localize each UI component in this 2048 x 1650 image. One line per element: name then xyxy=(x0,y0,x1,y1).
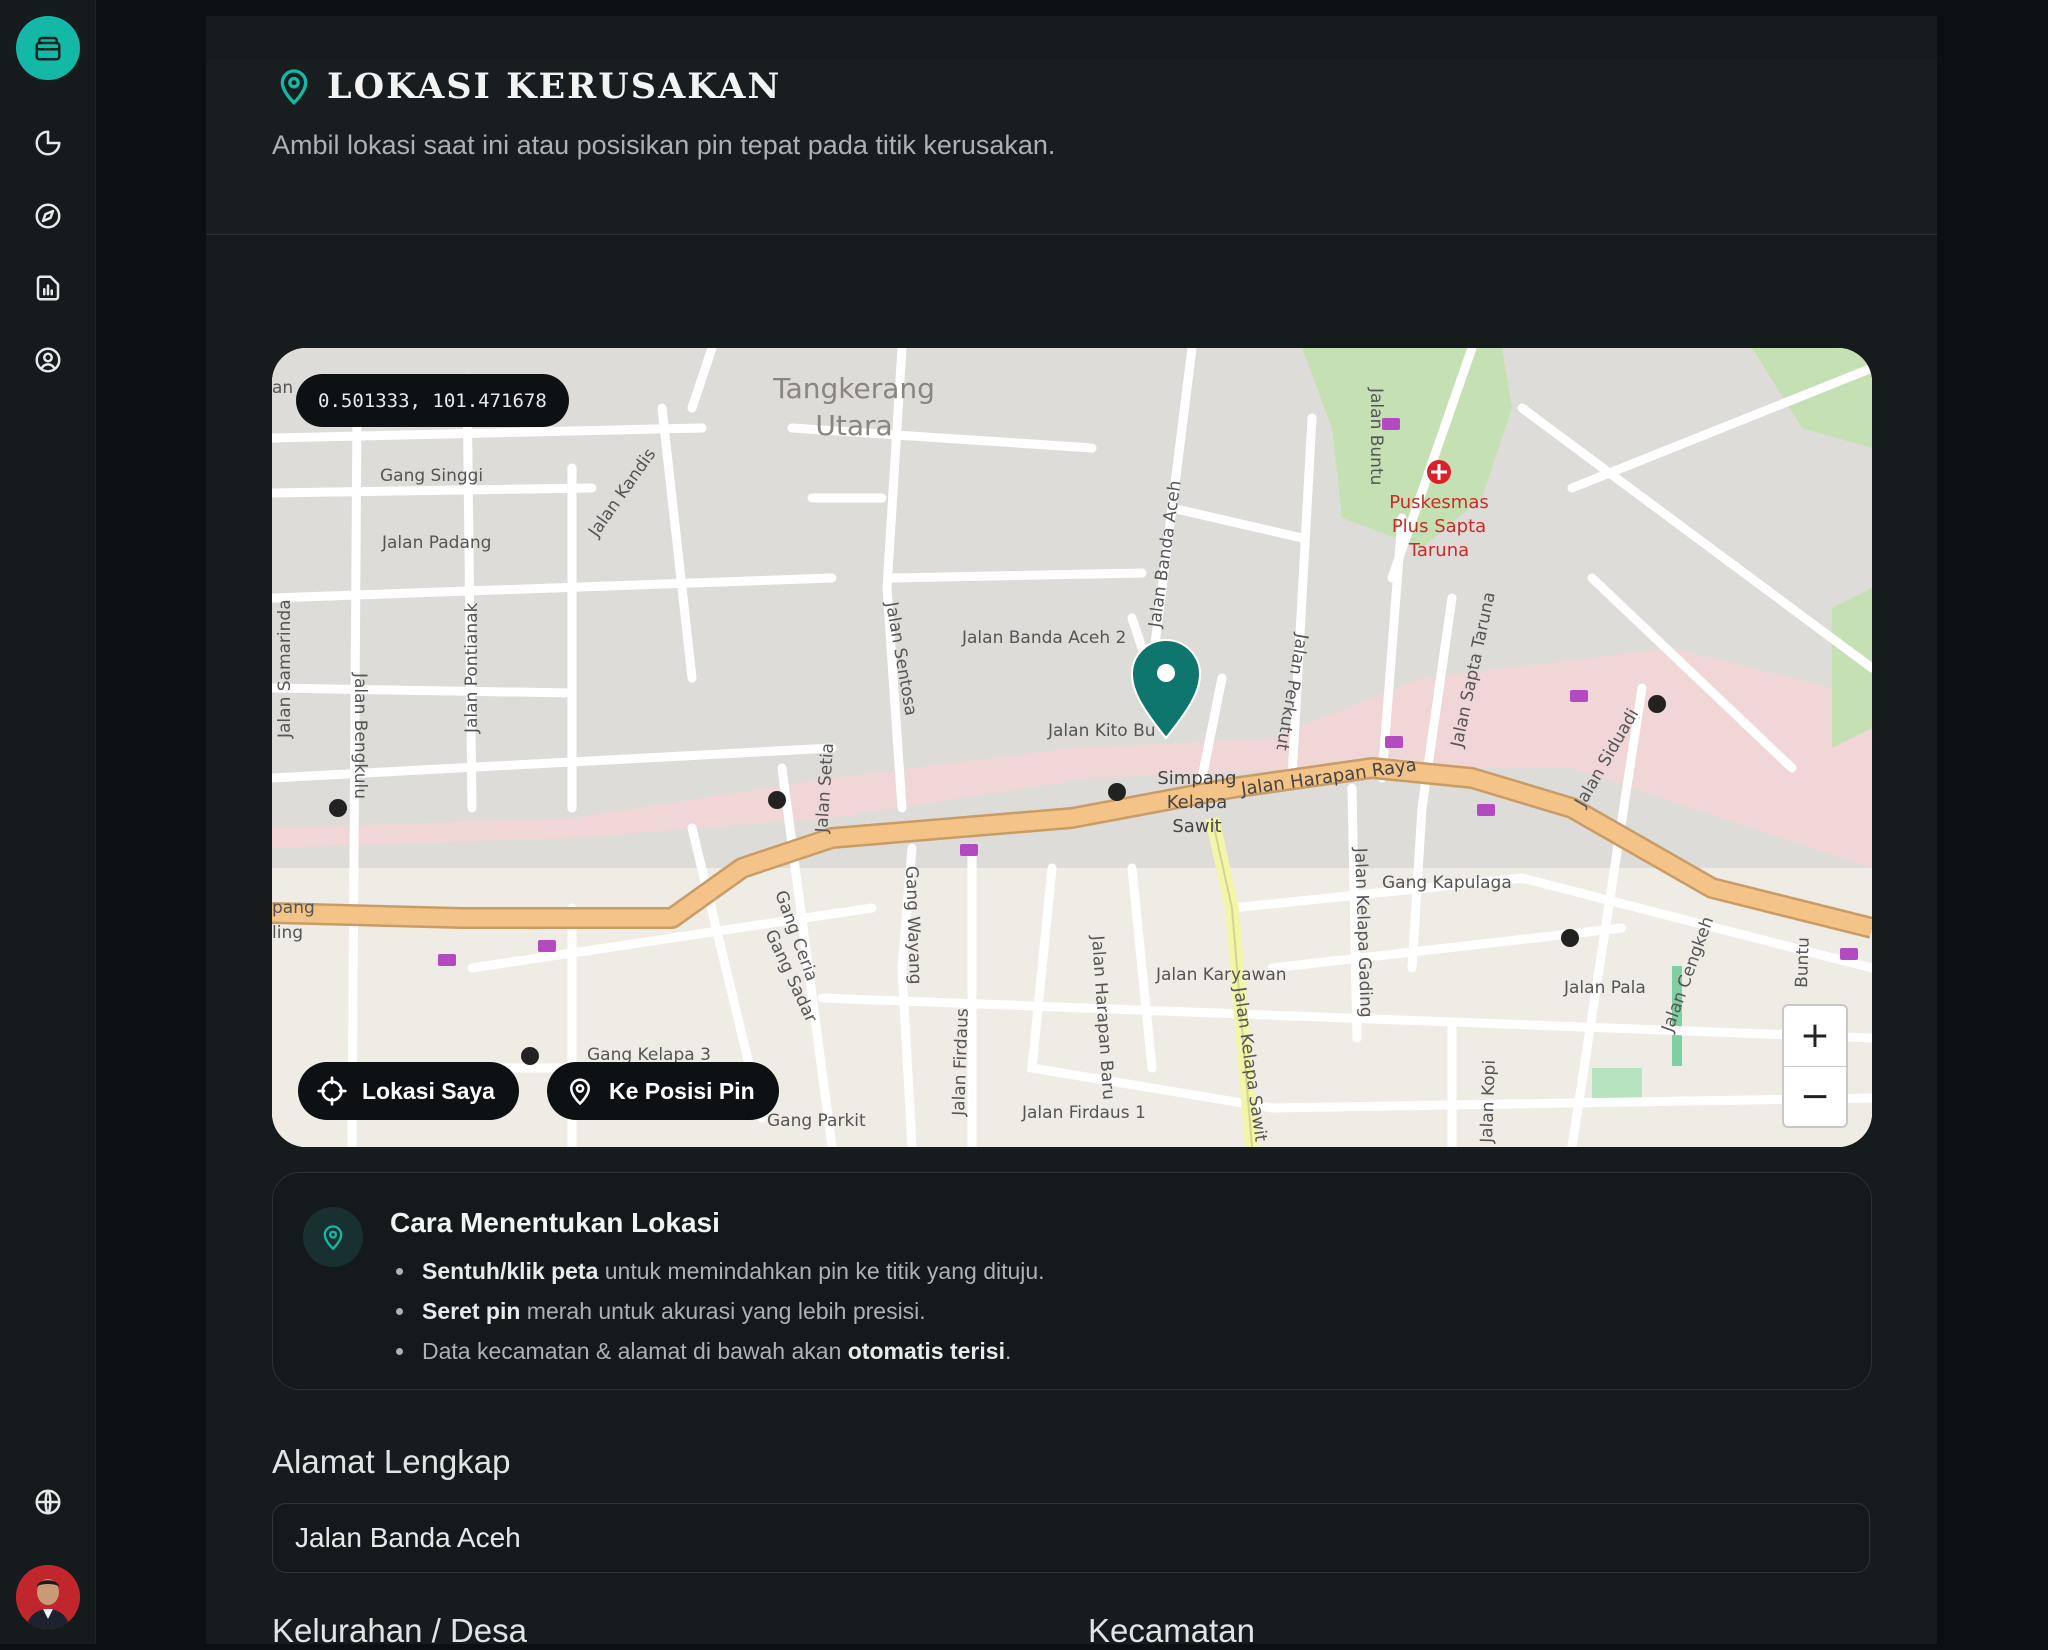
map-label: Gang Kapulaga xyxy=(1382,873,1512,893)
zoom-in-button[interactable]: + xyxy=(1784,1006,1846,1066)
sidebar xyxy=(0,0,96,1644)
address-input[interactable]: Jalan Banda Aceh xyxy=(272,1503,1870,1573)
globe-icon xyxy=(35,1489,61,1515)
map-label: Plus Sapta xyxy=(1392,516,1486,537)
map-label: Jalan Firdaus 1 xyxy=(1021,1103,1146,1123)
go-to-pin-button[interactable]: Ke Posisi Pin xyxy=(547,1062,779,1120)
map-label: Gang Wayang xyxy=(901,865,925,984)
map-label: Simpang xyxy=(1157,768,1236,789)
map-label: Jalan Buntu xyxy=(1366,387,1386,485)
nav-reports[interactable] xyxy=(28,268,68,308)
map-label: Taruna xyxy=(1408,540,1469,561)
map-label: Utara xyxy=(815,409,892,442)
info-icon-wrap xyxy=(303,1207,363,1267)
map-label: Jalan Banda Aceh 2 xyxy=(961,628,1126,648)
help-item: Seret pin merah untuk akurasi yang lebih… xyxy=(390,1291,1045,1331)
map-label: an xyxy=(272,378,293,398)
language-button[interactable] xyxy=(28,1482,68,1522)
map-pin-icon xyxy=(280,69,308,105)
map-label: Jalan Pala xyxy=(1563,978,1646,998)
nav-dashboard[interactable] xyxy=(28,123,68,163)
map-label: Jalan Karyawan xyxy=(1155,965,1287,985)
map-label: Jalan Pontianak xyxy=(462,602,482,734)
help-item: Data kecamatan & alamat di bawah akan ot… xyxy=(390,1331,1045,1371)
map-label: Jalan Kopi xyxy=(1477,1060,1500,1145)
map-label: Sawit xyxy=(1172,816,1221,837)
map-canvas[interactable]: Gang Singgi Jalan Padang an pang ling Ja… xyxy=(272,348,1872,1147)
compass-icon xyxy=(35,203,61,229)
zoom-out-button[interactable]: − xyxy=(1784,1065,1846,1127)
map-label: Kelapa xyxy=(1167,792,1227,813)
nav-profile[interactable] xyxy=(28,340,68,380)
map-label: pang xyxy=(272,898,315,918)
map-label: Tangkerang xyxy=(772,372,935,405)
zoom-control: + − xyxy=(1782,1004,1848,1128)
report-icon xyxy=(36,275,60,301)
map-tiles: Gang Singgi Jalan Padang an pang ling Ja… xyxy=(272,348,1872,1147)
map-label: Buntu xyxy=(1792,937,1814,988)
map-label: Jalan Kito Bu xyxy=(1047,721,1156,741)
go-to-pin-label: Ke Posisi Pin xyxy=(609,1077,755,1104)
my-location-label: Lokasi Saya xyxy=(362,1077,495,1104)
user-circle-icon xyxy=(35,347,61,373)
address-label: Alamat Lengkap xyxy=(272,1443,511,1480)
help-item: Sentuh/klik peta untuk memindahkan pin k… xyxy=(390,1251,1045,1291)
crosshair-icon xyxy=(317,1076,347,1106)
map-label: Jalan Bengkulu xyxy=(350,672,370,799)
map-label: Jalan Samarinda xyxy=(275,599,295,739)
my-location-button[interactable]: Lokasi Saya xyxy=(298,1062,519,1120)
coordinates-readout: 0.501333, 101.471678 xyxy=(296,374,569,427)
kecamatan-label: Kecamatan xyxy=(1088,1612,1255,1649)
page-title: LOKASI KERUSAKAN xyxy=(327,66,782,107)
location-help-box: Cara Menentukan Lokasi Sentuh/klik peta … xyxy=(272,1172,1872,1390)
kelurahan-label: Kelurahan / Desa xyxy=(272,1612,527,1649)
avatar-image xyxy=(16,1565,80,1629)
map-label: Gang Parkit xyxy=(767,1111,866,1131)
chart-pie-icon xyxy=(35,130,61,156)
map-pin-icon xyxy=(569,1078,591,1106)
map-label: Gang Singgi xyxy=(380,466,483,486)
help-title: Cara Menentukan Lokasi xyxy=(390,1207,720,1238)
map-label: Puskesmas xyxy=(1389,492,1489,513)
map-label: ling xyxy=(272,923,303,943)
map-pin-icon xyxy=(323,1225,343,1251)
user-avatar[interactable] xyxy=(16,1565,80,1629)
nav-explore[interactable] xyxy=(28,196,68,236)
app-logo[interactable] xyxy=(16,16,80,80)
help-list: Sentuh/klik peta untuk memindahkan pin k… xyxy=(390,1251,1045,1371)
map-label: Jalan Firdaus xyxy=(949,1008,973,1117)
wallet-icon xyxy=(35,36,61,61)
page-subtitle: Ambil lokasi saat ini atau posisikan pin… xyxy=(272,130,1056,160)
map-label: Jalan Padang xyxy=(381,533,491,553)
